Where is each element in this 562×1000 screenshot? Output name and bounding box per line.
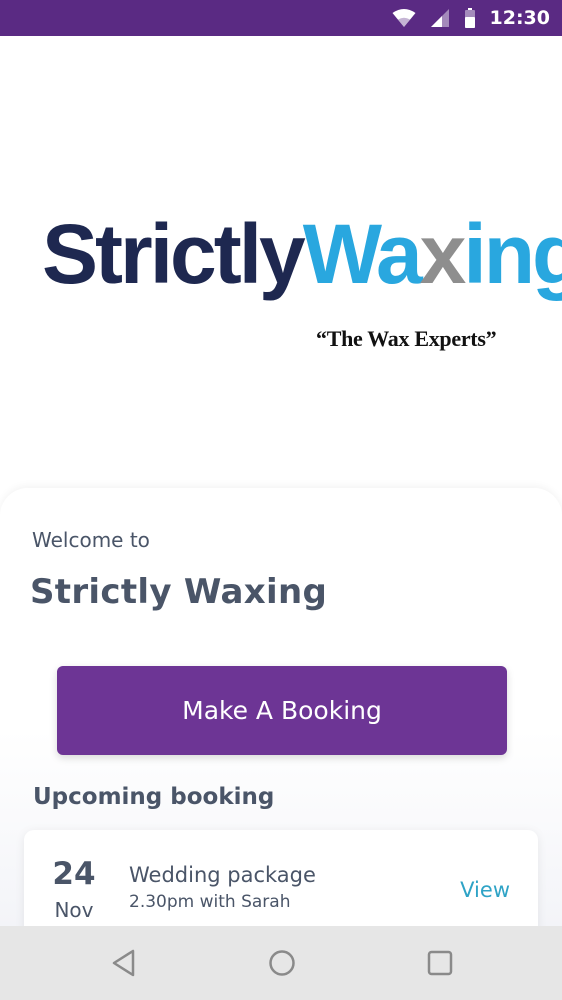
logo-letter-x: x <box>419 207 467 301</box>
logo-word-wa: Wa <box>302 207 423 301</box>
status-bar: 12:30 <box>0 0 562 36</box>
recents-button[interactable] <box>422 945 458 981</box>
make-booking-label: Make A Booking <box>182 696 382 725</box>
logo-area: StrictlyWaxing “The Wax Experts” <box>0 36 562 496</box>
home-button[interactable] <box>264 945 300 981</box>
battery-icon <box>464 8 476 28</box>
wifi-icon <box>392 8 416 28</box>
status-time: 12:30 <box>489 7 550 29</box>
booking-card[interactable]: 24 Nov Wedding package 2.30pm with Sarah… <box>24 830 538 940</box>
status-icons: 12:30 <box>392 0 550 36</box>
home-icon <box>268 949 296 977</box>
booking-service: Wedding package <box>129 863 316 887</box>
booking-month: Nov <box>54 898 94 922</box>
brand-logo: StrictlyWaxing <box>42 212 562 296</box>
back-button[interactable] <box>106 945 142 981</box>
logo-word-strictly: Strictly <box>42 207 306 301</box>
logo-tagline: “The Wax Experts” <box>316 326 497 351</box>
booking-day: 24 <box>52 856 96 892</box>
welcome-text: Welcome to <box>32 528 150 552</box>
signal-icon <box>430 8 450 28</box>
booking-detail: 2.30pm with Sarah <box>129 892 291 912</box>
navigation-bar <box>0 926 562 1000</box>
upcoming-booking-heading: Upcoming booking <box>33 784 275 810</box>
recents-icon <box>427 950 453 976</box>
back-icon <box>111 949 137 977</box>
logo-word-ing: ing <box>463 207 562 301</box>
welcome-panel: Welcome to Strictly Waxing Make A Bookin… <box>0 488 562 940</box>
make-booking-button[interactable]: Make A Booking <box>57 666 507 755</box>
business-name: Strictly Waxing <box>30 572 328 612</box>
view-booking-link[interactable]: View <box>460 878 510 902</box>
